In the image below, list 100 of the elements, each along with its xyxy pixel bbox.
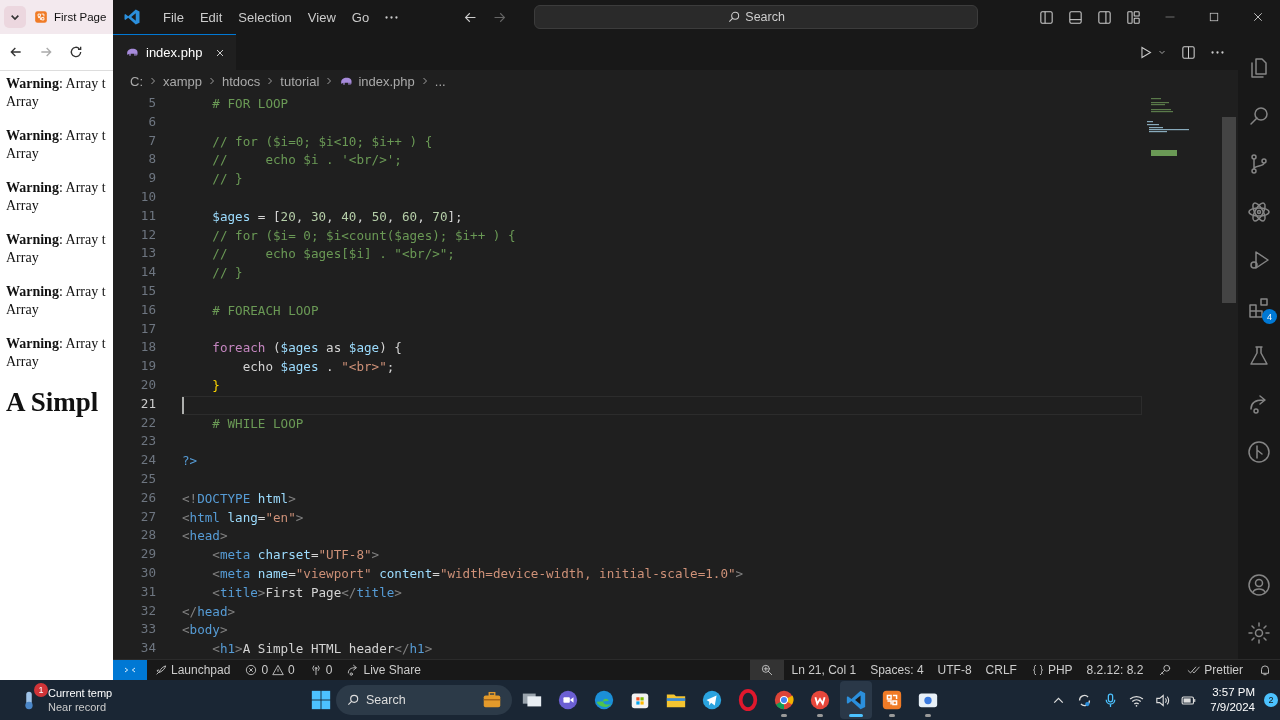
code-line: // echo $ages[$i] . "<br/>"; (211, 245, 455, 264)
breadcrumb-item[interactable]: C: (130, 73, 143, 89)
breadcrumb-item[interactable]: tutorial (280, 73, 320, 89)
code-line: <head> (182, 527, 228, 546)
breadcrumb-item[interactable]: ... (434, 73, 446, 89)
breadcrumb-item[interactable]: index.php (358, 73, 415, 89)
warning-value: Array (6, 353, 40, 371)
status-item[interactable]: 0 (301, 660, 340, 680)
paper-plane-icon[interactable] (701, 689, 723, 711)
browser-wheel-icon[interactable] (773, 689, 795, 711)
code-line: # FOREACH LOOP (211, 301, 319, 320)
status-item[interactable]: Spaces: 4 (863, 660, 931, 680)
bell-icon[interactable] (1258, 663, 1272, 677)
line-number: 20 (139, 376, 157, 394)
menu-item[interactable]: Edit (191, 5, 231, 29)
line-number: 21 (139, 395, 157, 413)
line-number: 23 (139, 433, 157, 451)
panel-bottom-icon[interactable] (1067, 8, 1084, 26)
chevron-down-icon[interactable] (4, 6, 26, 28)
code-line: // for ($i= 0; $i<count($ages); $i++ ) { (211, 226, 516, 245)
code-line: <h1>A Simple HTML header</h1> (211, 640, 433, 659)
line-number: 30 (139, 564, 157, 582)
status-item[interactable]: UTF-8 (930, 660, 979, 680)
warning-message: Warning: Array t (6, 335, 107, 353)
line-number: 11 (139, 207, 157, 225)
code-line: <meta charset="UTF-8"> (211, 546, 380, 565)
warning-value: Array (6, 301, 40, 319)
line-number: 26 (139, 489, 157, 507)
code-editor-icon[interactable] (845, 689, 867, 711)
blocks-icon[interactable] (1247, 296, 1271, 320)
line-number: 34 (139, 640, 157, 658)
status-item[interactable]: Launchpad (147, 660, 238, 680)
status-item[interactable]: Live Share (339, 660, 428, 680)
warning-message: Warning: Array t (6, 231, 107, 249)
code-line: <body> (182, 621, 228, 640)
code-line: echo $ages . "<br>"; (241, 358, 395, 377)
zoom-button[interactable] (750, 660, 785, 680)
status-item[interactable]: Prettier (1180, 660, 1250, 680)
flask-icon[interactable] (1247, 344, 1271, 368)
line-number: 8 (147, 151, 157, 169)
layout-icon[interactable] (1125, 8, 1142, 26)
status-item[interactable]: Ln 21, Col 1 (784, 660, 864, 680)
menu-item[interactable]: Go (343, 5, 378, 29)
line-number: 18 (139, 339, 157, 357)
line-number: 19 (139, 358, 157, 376)
app-tile-icon (34, 10, 48, 24)
atom-icon[interactable] (1247, 200, 1271, 224)
line-number: 12 (139, 226, 157, 244)
line-number: 9 (147, 170, 157, 188)
code-line: <!DOCTYPE html> (182, 489, 296, 508)
status-item[interactable]: 8.2.12: 8.2 (1079, 660, 1151, 680)
menu-item[interactable]: Selection (230, 5, 300, 29)
minimap-drawing (1146, 97, 1190, 157)
code-line: // echo $i . '<br/>'; (211, 151, 402, 170)
line-number: 16 (139, 301, 157, 319)
ring-icon[interactable] (737, 689, 759, 711)
start-icon[interactable] (310, 689, 332, 711)
clock-time[interactable]: 3:57 PM (1212, 685, 1255, 700)
code-line: $ages = [20, 30, 40, 50, 60, 70]; (211, 207, 463, 226)
clock-date[interactable]: 7/9/2024 (1210, 700, 1255, 715)
key-icon[interactable] (1158, 663, 1173, 677)
line-number: 13 (139, 245, 157, 263)
status-item[interactable]: PHP (1023, 660, 1080, 680)
menu-item[interactable]: View (299, 5, 344, 29)
problems-status[interactable]: 0 0 (237, 660, 302, 680)
account-icon[interactable] (1247, 573, 1271, 597)
split-editor-icon[interactable] (1180, 43, 1197, 61)
zoom-in-icon (760, 663, 775, 677)
sidebar-left-icon[interactable] (1038, 8, 1055, 26)
reload-icon[interactable] (68, 44, 84, 60)
code-line: <html lang="en"> (182, 508, 304, 527)
warning-value: Array (6, 93, 40, 111)
command-center[interactable]: Search (534, 5, 979, 29)
scrollbar-thumb[interactable] (1222, 117, 1236, 303)
warning-value: Array (6, 145, 40, 163)
warning-value: Array (6, 197, 40, 215)
editor-tab[interactable]: index.php (113, 34, 237, 70)
search-field[interactable]: Search (336, 685, 512, 715)
code-line: foreach ($ages as $age) { (211, 339, 402, 358)
settings-icon[interactable] (1247, 621, 1271, 645)
alert-badge: 1 (34, 683, 48, 697)
menu-item[interactable]: File (155, 5, 192, 29)
code-line: <meta name="viewport" content="width=device-width, initial-scale=1.0"> (211, 564, 744, 583)
wave-circle-icon[interactable] (593, 689, 615, 711)
status-item[interactable]: CRLF (978, 660, 1024, 680)
line-number: 17 (139, 320, 157, 338)
notification-badge[interactable]: 2 (1264, 693, 1278, 707)
breadcrumb-item[interactable]: xampp (163, 73, 203, 89)
search-icon[interactable] (1247, 104, 1271, 128)
code-line: <title>First Page</title> (211, 583, 402, 602)
warning-icon (271, 663, 286, 677)
search-icon (727, 10, 742, 24)
breadcrumb-item[interactable]: htdocs (222, 73, 261, 89)
volume-icon[interactable] (1154, 691, 1172, 709)
sidebar-right-icon[interactable] (1096, 8, 1113, 26)
line-number: 32 (139, 602, 157, 620)
app-tile-icon[interactable] (881, 689, 903, 711)
video-chat-icon[interactable] (557, 689, 579, 711)
braces-icon (1030, 663, 1045, 677)
line-number: 33 (139, 621, 157, 639)
